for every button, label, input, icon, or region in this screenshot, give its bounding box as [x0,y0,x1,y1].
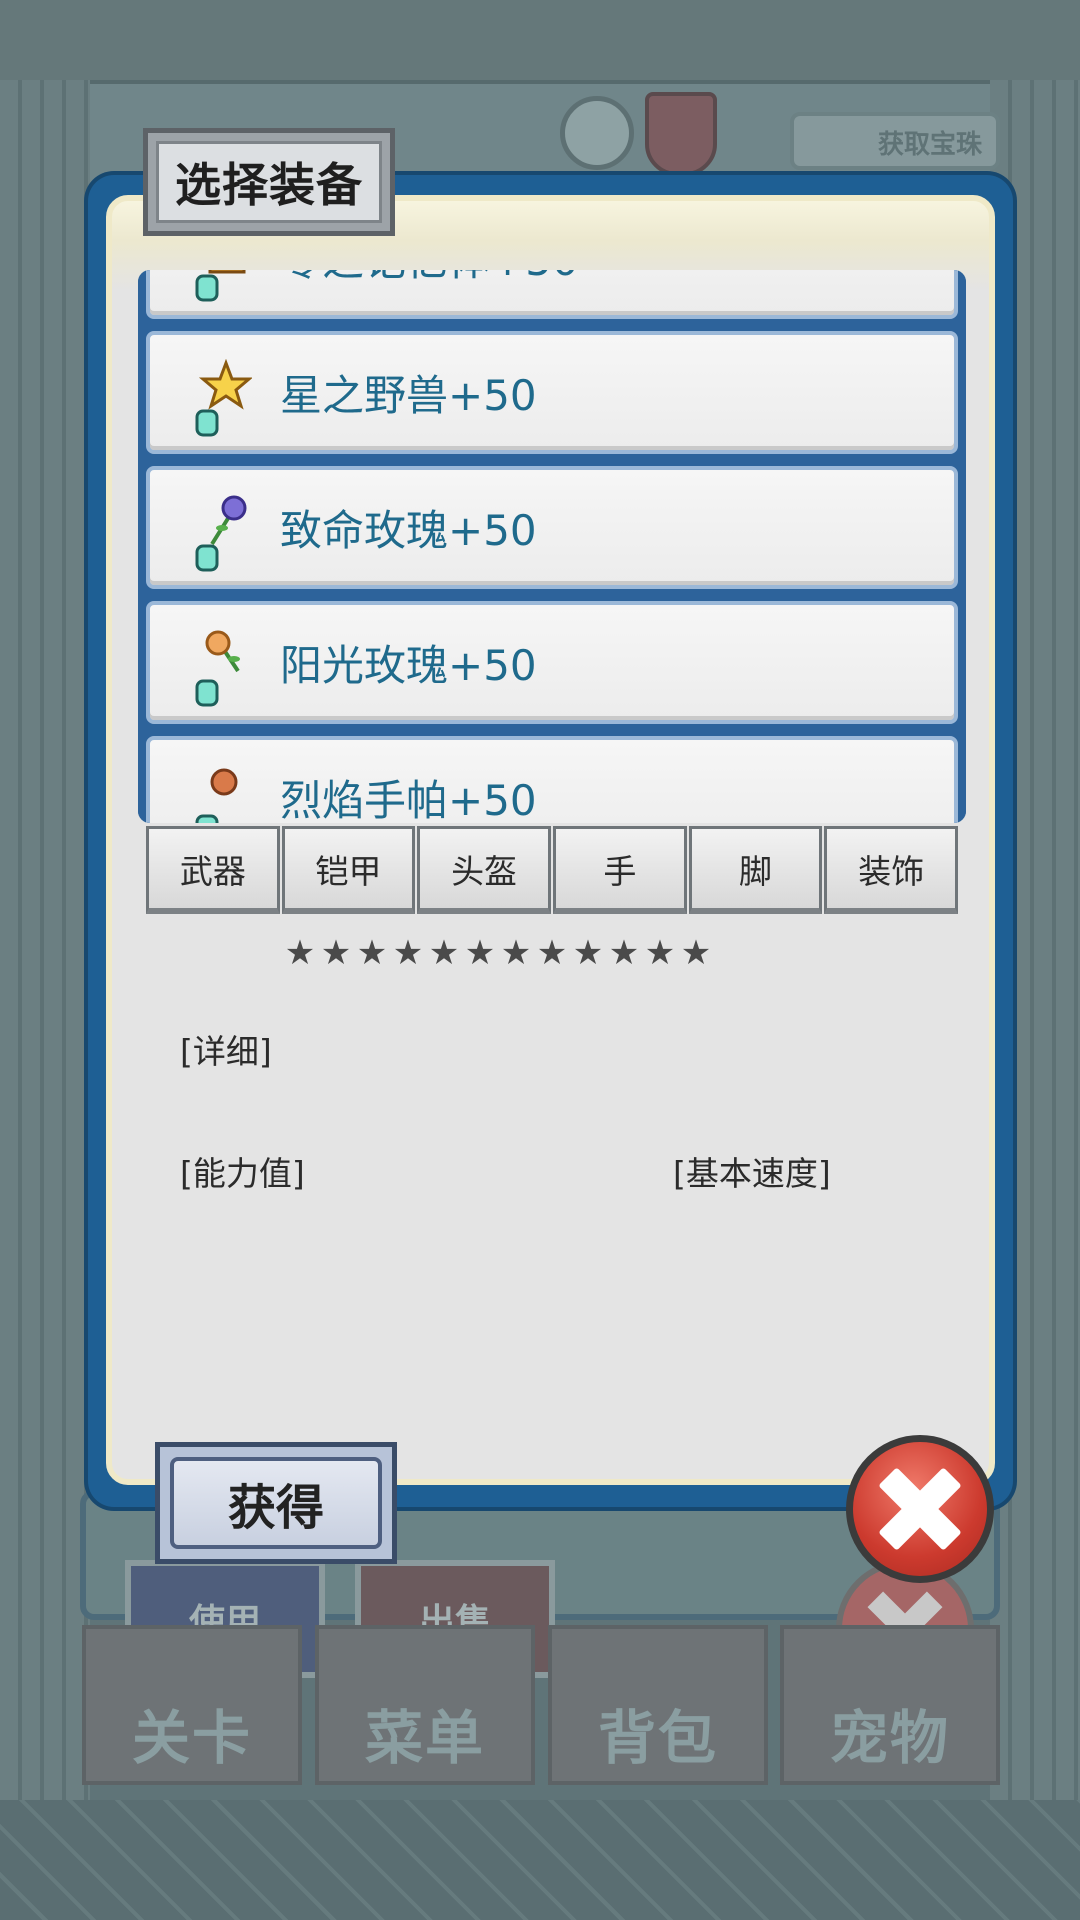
star-icon: ★ [536,933,568,973]
background-floor [0,1800,1080,1920]
item-name: 烈焰手帕+50 [280,776,537,823]
obtain-button[interactable]: 获得 [155,1442,397,1564]
star-icon: ★ [572,933,604,973]
ability-label: [能力值] [180,1154,305,1193]
star-icon: ★ [320,933,352,973]
nav-menu: 菜单 [315,1625,535,1785]
background-top-bar [0,0,1080,84]
tab-foot[interactable]: 脚 [688,826,823,914]
star-icon: ★ [428,933,460,973]
tab-helmet[interactable]: 头盔 [417,826,552,914]
star-beast-icon [195,359,252,437]
nav-menu-label: 菜单 [364,1704,485,1772]
dialog-title: 选择装备 [175,158,363,212]
nav-backpack: 背包 [548,1625,768,1785]
star-rating: ★ ★ ★ ★ ★ ★ ★ ★ ★ ★ ★ ★ [282,935,714,975]
tab-weapon[interactable]: 武器 [146,826,280,914]
list-item[interactable]: 星之野兽+50 [138,325,966,460]
nav-pet-label: 宠物 [829,1704,950,1772]
obtain-button-label: 获得 [227,1480,324,1536]
nav-backpack-label: 背包 [597,1704,718,1772]
item-name: 零之记忆体+50 [280,270,579,288]
item-name: 致命玫瑰+50 [280,506,537,555]
purple-rose-icon [195,495,247,572]
nav-pet: 宠物 [780,1625,1000,1785]
nav-stage-label: 关卡 [131,1704,252,1772]
list-item[interactable]: 零之记忆体+50 [138,270,966,325]
equipment-list[interactable]: 零之记忆体+50 星之野兽+50 致命玫瑰+50 [138,270,966,823]
item-name: 星之野兽+50 [280,371,537,420]
star-icon: ★ [464,933,496,973]
star-icon: ★ [392,933,424,973]
star-icon: ★ [608,933,640,973]
nav-stage: 关卡 [82,1625,302,1785]
background-frame-left [0,80,90,1800]
orange-rose-icon [195,630,240,707]
star-icon: ★ [500,933,532,973]
category-tabs: 武器 铠甲 头盔 手 脚 装饰 [146,826,959,914]
handkerchief-icon [195,768,238,823]
list-item[interactable]: 阳光玫瑰+50 [138,595,966,730]
list-item[interactable]: 致命玫瑰+50 [138,460,966,595]
tab-accessory[interactable]: 装饰 [824,826,959,914]
background-badge-label: 获取宝珠 [877,130,982,160]
detail-label: [详细] [180,1032,272,1071]
star-icon: ★ [284,933,316,973]
list-item[interactable]: 烈焰手帕+50 [138,730,966,823]
close-icon[interactable] [846,1435,994,1583]
shield-icon [645,92,717,176]
dialog-title-plate: 选择装备 [143,128,395,236]
tab-hand[interactable]: 手 [553,826,687,914]
orb-icon [560,96,634,170]
item-name: 阳光玫瑰+50 [280,641,537,690]
star-icon: ★ [680,933,712,973]
star-icon: ★ [644,933,676,973]
star-icon: ★ [356,933,388,973]
book-icon [195,270,246,302]
background-badge: 获取宝珠 [790,112,1000,170]
base-speed-label: [基本速度] [673,1154,831,1193]
tab-armor[interactable]: 铠甲 [281,826,416,914]
